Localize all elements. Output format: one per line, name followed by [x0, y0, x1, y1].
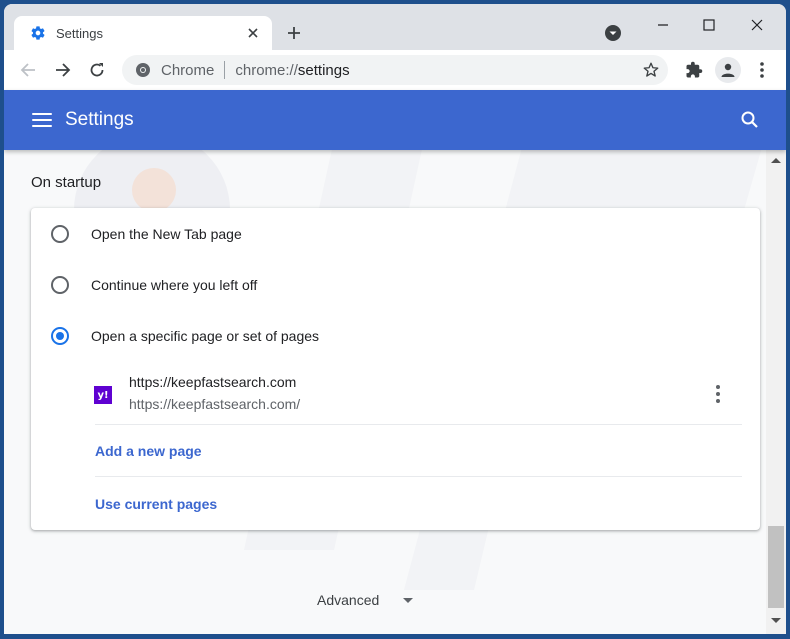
advanced-label: Advanced	[317, 592, 380, 608]
settings-title: Settings	[65, 109, 134, 130]
caret-down-icon	[403, 597, 414, 603]
section-title-on-startup: On startup	[31, 174, 102, 191]
site-chip: Chrome	[161, 61, 215, 79]
close-tab-icon[interactable]	[244, 24, 262, 42]
radio-label: Open a specific page or set of pages	[91, 327, 320, 344]
scrollbar-thumb[interactable]	[768, 526, 784, 608]
browser-window: Settings Chrome chrome://settings Settin…	[4, 4, 786, 634]
profile-avatar-icon[interactable]	[715, 57, 741, 83]
radio-label: Open the New Tab page	[91, 225, 242, 242]
yahoo-favicon-icon: y!	[94, 386, 112, 404]
radio-label: Continue where you left off	[91, 276, 258, 293]
extensions-puzzle-icon[interactable]	[684, 60, 704, 80]
url-text: chrome://settings	[235, 62, 349, 79]
bookmark-star-icon[interactable]	[642, 61, 660, 79]
new-tab-button[interactable]	[282, 21, 306, 45]
radio-option-specific-pages[interactable]: Open a specific page or set of pages	[31, 310, 760, 361]
minimize-button[interactable]	[640, 10, 686, 40]
forward-button[interactable]	[51, 58, 75, 82]
radio-button[interactable]	[51, 275, 69, 294]
tab-strip: Settings	[4, 4, 786, 50]
radio-button-selected[interactable]	[51, 326, 69, 345]
hamburger-menu-icon[interactable]	[32, 110, 52, 130]
radio-button[interactable]	[51, 224, 69, 243]
chrome-menu-icon[interactable]	[752, 60, 772, 80]
divider	[95, 476, 742, 477]
close-window-button[interactable]	[734, 10, 780, 40]
reload-button[interactable]	[85, 58, 109, 82]
settings-header: Settings	[4, 90, 786, 150]
toolbar: Chrome chrome://settings	[4, 50, 786, 90]
scroll-down-arrow-icon[interactable]	[771, 618, 781, 623]
omnibox-separator	[224, 61, 226, 79]
scrollbar[interactable]	[766, 150, 786, 634]
url-scheme: chrome://	[235, 61, 298, 79]
gear-icon	[30, 25, 46, 41]
address-bar[interactable]: Chrome chrome://settings	[122, 55, 668, 85]
advanced-toggle[interactable]: Advanced	[317, 592, 414, 608]
chrome-icon	[135, 62, 151, 78]
tab-settings[interactable]: Settings	[14, 16, 272, 50]
settings-content: risk.com On startup Open the New Tab pag…	[4, 150, 766, 634]
add-new-page-link[interactable]: Add a new page	[95, 443, 202, 459]
startup-page-url: https://keepfastsearch.com/	[129, 396, 301, 412]
radio-option-new-tab[interactable]: Open the New Tab page	[31, 208, 760, 259]
tab-search-icon[interactable]	[604, 24, 622, 42]
startup-page-entry: y! https://keepfastsearch.com https://ke…	[31, 368, 760, 420]
tab-title: Settings	[56, 25, 103, 41]
url-path: settings	[297, 61, 350, 79]
use-current-pages-link[interactable]: Use current pages	[95, 496, 217, 512]
search-icon[interactable]	[740, 110, 760, 130]
maximize-button[interactable]	[686, 10, 732, 40]
back-button[interactable]	[16, 58, 40, 82]
startup-page-title: https://keepfastsearch.com	[129, 374, 297, 390]
radio-option-continue[interactable]: Continue where you left off	[31, 259, 760, 310]
startup-card: Open the New Tab page Continue where you…	[31, 208, 760, 530]
scroll-up-arrow-icon[interactable]	[771, 158, 781, 163]
more-actions-icon[interactable]	[707, 382, 729, 406]
divider	[95, 424, 742, 425]
